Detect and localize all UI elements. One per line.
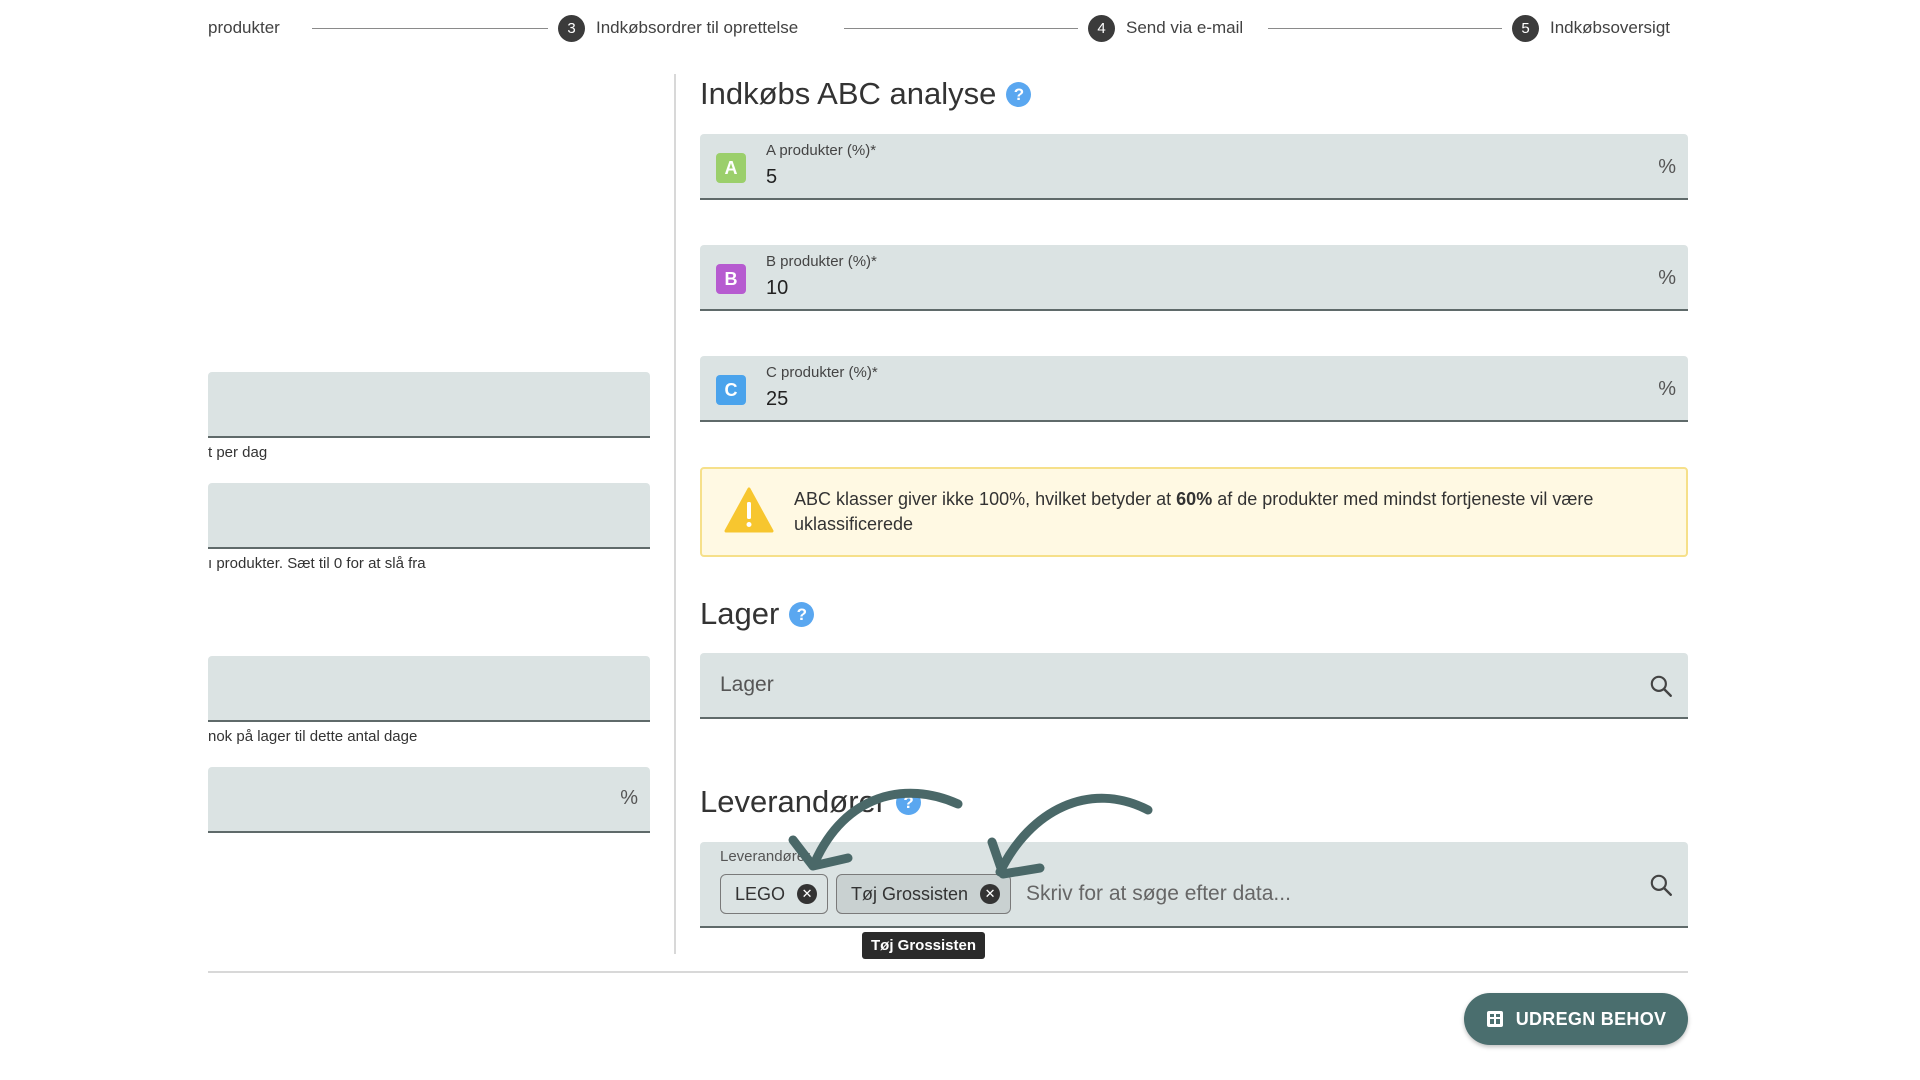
leverandorer-field-label: Leverandører xyxy=(720,848,811,865)
left-input-4[interactable]: % xyxy=(208,767,650,833)
left-settings-column: t per dag ı produkter. Sæt til 0 for at … xyxy=(208,74,650,954)
step-connector xyxy=(1268,28,1502,29)
c-badge-icon: C xyxy=(716,375,746,405)
stepper: produkter 3 Indkøbsordrer til oprettelse… xyxy=(208,12,1700,44)
step-label-indkobsoversigt[interactable]: Indkøbsoversigt xyxy=(1550,18,1670,38)
step-number-4[interactable]: 4 xyxy=(1088,15,1115,42)
calculate-needs-button[interactable]: UDREGN BEHOV xyxy=(1464,993,1688,1045)
abc-field-a-label: A produkter (%)* xyxy=(766,142,877,159)
abc-field-a[interactable]: A A produkter (%)* 5 % xyxy=(700,134,1688,200)
close-icon[interactable]: ✕ xyxy=(980,884,1001,904)
leverandorer-title-text: Leverandører xyxy=(700,784,887,819)
warning-triangle-icon xyxy=(724,487,774,533)
step-label-send-email[interactable]: Send via e-mail xyxy=(1126,18,1243,38)
column-divider xyxy=(674,74,676,954)
step-connector xyxy=(312,28,548,29)
step-connector xyxy=(844,28,1078,29)
supplier-search-input[interactable]: Skriv for at søge efter data... xyxy=(1026,882,1291,906)
abc-section-title: Indkøbs ABC analyse ? xyxy=(700,76,1032,112)
abc-field-a-value[interactable]: 5 xyxy=(766,166,777,189)
abc-field-c[interactable]: C C produkter (%)* 25 % xyxy=(700,356,1688,422)
chip-tooltip: Tøj Grossisten xyxy=(862,932,986,959)
supplier-chip-toj-grossisten[interactable]: Tøj Grossisten ✕ xyxy=(836,874,1012,914)
chip-label: LEGO xyxy=(735,883,786,904)
calculator-icon xyxy=(1486,1011,1503,1027)
step-label-indkobsordrer[interactable]: Indkøbsordrer til oprettelse xyxy=(596,18,798,38)
left-hint-2: ı produkter. Sæt til 0 for at slå fra xyxy=(208,555,426,572)
abc-title-text: Indkøbs ABC analyse xyxy=(700,76,997,111)
abc-field-c-value[interactable]: 25 xyxy=(766,388,788,411)
b-badge-icon: B xyxy=(716,264,746,294)
percent-suffix: % xyxy=(1658,156,1676,178)
lager-title-text: Lager xyxy=(700,596,780,631)
abc-field-c-label: C produkter (%)* xyxy=(766,364,878,381)
lager-section-title: Lager ? xyxy=(700,596,815,632)
abc-warning-alert: ABC klasser giver ikke 100%, hvilket bet… xyxy=(700,467,1688,557)
supplier-chip-lego[interactable]: LEGO ✕ xyxy=(720,874,829,914)
abc-field-b-value[interactable]: 10 xyxy=(766,277,788,300)
calculate-needs-label: UDREGN BEHOV xyxy=(1515,1008,1667,1029)
abc-field-b-label: B produkter (%)* xyxy=(766,253,877,270)
left-hint-1: t per dag xyxy=(208,444,268,461)
chip-label: Tøj Grossisten xyxy=(851,883,969,904)
warning-message: ABC klasser giver ikke 100%, hvilket bet… xyxy=(794,489,1594,534)
close-icon[interactable]: ✕ xyxy=(797,884,818,904)
left-input-2[interactable] xyxy=(208,483,650,549)
left-input-1[interactable] xyxy=(208,372,650,438)
search-icon[interactable] xyxy=(1648,673,1674,699)
question-circle-icon[interactable]: ? xyxy=(1006,81,1032,107)
question-circle-icon[interactable]: ? xyxy=(789,601,815,627)
lager-placeholder: Lager xyxy=(720,673,774,696)
lager-search-input[interactable]: Lager xyxy=(700,653,1688,719)
percent-suffix: % xyxy=(1658,378,1676,400)
leverandorer-section-title: Leverandører ? xyxy=(700,784,922,820)
footer-divider xyxy=(208,971,1688,973)
abc-field-b[interactable]: B B produkter (%)* 10 % xyxy=(700,245,1688,311)
step-number-3[interactable]: 3 xyxy=(558,15,585,42)
a-badge-icon: A xyxy=(716,153,746,183)
percent-suffix: % xyxy=(1658,267,1676,289)
left-input-3[interactable] xyxy=(208,656,650,722)
search-icon[interactable] xyxy=(1648,872,1674,898)
step-number-5[interactable]: 5 xyxy=(1512,15,1539,42)
left-hint-3: nok på lager til dette antal dage xyxy=(208,728,418,745)
leverandorer-multiselect[interactable]: Leverandører LEGO ✕ Tøj Grossisten ✕ Skr… xyxy=(700,842,1688,928)
step-label-produkter[interactable]: produkter xyxy=(208,18,280,38)
question-circle-icon[interactable]: ? xyxy=(896,789,922,815)
percent-suffix: % xyxy=(620,787,638,809)
